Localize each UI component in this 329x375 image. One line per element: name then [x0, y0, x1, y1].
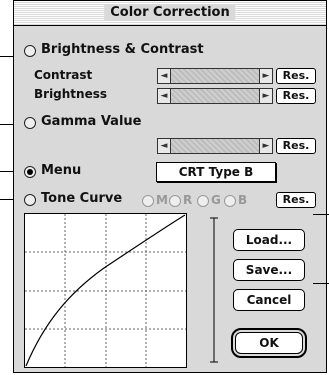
window-title: Color Correction: [104, 4, 236, 21]
cancel-button[interactable]: Cancel: [233, 289, 305, 311]
menu-label: Menu: [41, 163, 82, 178]
brightness-label: Brightness: [34, 87, 108, 101]
slider-left-arrow-icon[interactable]: ◄: [158, 69, 171, 83]
slider-right-arrow-icon[interactable]: ►: [259, 89, 272, 103]
save-button[interactable]: Save...: [233, 259, 305, 281]
gamma-value-radio[interactable]: [24, 117, 36, 129]
brightness-contrast-radio[interactable]: [24, 45, 36, 57]
channel-g-label: G: [211, 193, 221, 207]
slider-left-arrow-icon[interactable]: ◄: [158, 139, 171, 153]
contrast-reset-button[interactable]: Res.: [276, 68, 316, 84]
tone-curve-radio[interactable]: [24, 194, 36, 206]
brightness-contrast-label: Brightness & Contrast: [41, 42, 204, 57]
tone-vertical-slider[interactable]: [210, 214, 218, 366]
channel-b-radio[interactable]: [224, 195, 236, 207]
ok-button[interactable]: OK: [231, 328, 307, 358]
contrast-label: Contrast: [34, 68, 93, 82]
title-bar[interactable]: Color Correction: [14, 1, 326, 26]
slider-right-arrow-icon[interactable]: ►: [259, 69, 272, 83]
channel-m-radio[interactable]: [142, 195, 154, 207]
slider-right-arrow-icon[interactable]: ►: [259, 139, 272, 153]
brightness-reset-button[interactable]: Res.: [276, 88, 316, 104]
gamma-slider-track[interactable]: [171, 139, 259, 153]
tone-reset-button[interactable]: Res.: [276, 192, 316, 208]
tone-curve-label: Tone Curve: [41, 191, 123, 206]
leader-line-load: [313, 214, 329, 215]
gamma-value-label: Gamma Value: [41, 114, 142, 129]
channel-g-radio[interactable]: [197, 195, 209, 207]
channel-m-label: M: [156, 193, 168, 207]
contrast-slider-track[interactable]: [171, 69, 259, 83]
channel-r-radio[interactable]: [169, 195, 181, 207]
gamma-reset-button[interactable]: Res.: [276, 138, 316, 154]
menu-popup[interactable]: CRT Type B: [156, 162, 276, 182]
tone-curve-graph[interactable]: [24, 213, 187, 368]
channel-b-label: B: [238, 193, 248, 207]
menu-radio[interactable]: [24, 166, 36, 178]
contrast-slider[interactable]: ◄ ►: [157, 68, 273, 84]
gamma-slider[interactable]: ◄ ►: [157, 138, 273, 154]
brightness-slider[interactable]: ◄ ►: [157, 88, 273, 104]
channel-r-label: R: [183, 193, 193, 207]
brightness-slider-track[interactable]: [171, 89, 259, 103]
color-correction-window: Color Correction Brightness & Contrast C…: [13, 0, 327, 373]
slider-left-arrow-icon[interactable]: ◄: [158, 89, 171, 103]
load-button[interactable]: Load...: [233, 229, 305, 251]
leader-line-save: [313, 283, 329, 284]
